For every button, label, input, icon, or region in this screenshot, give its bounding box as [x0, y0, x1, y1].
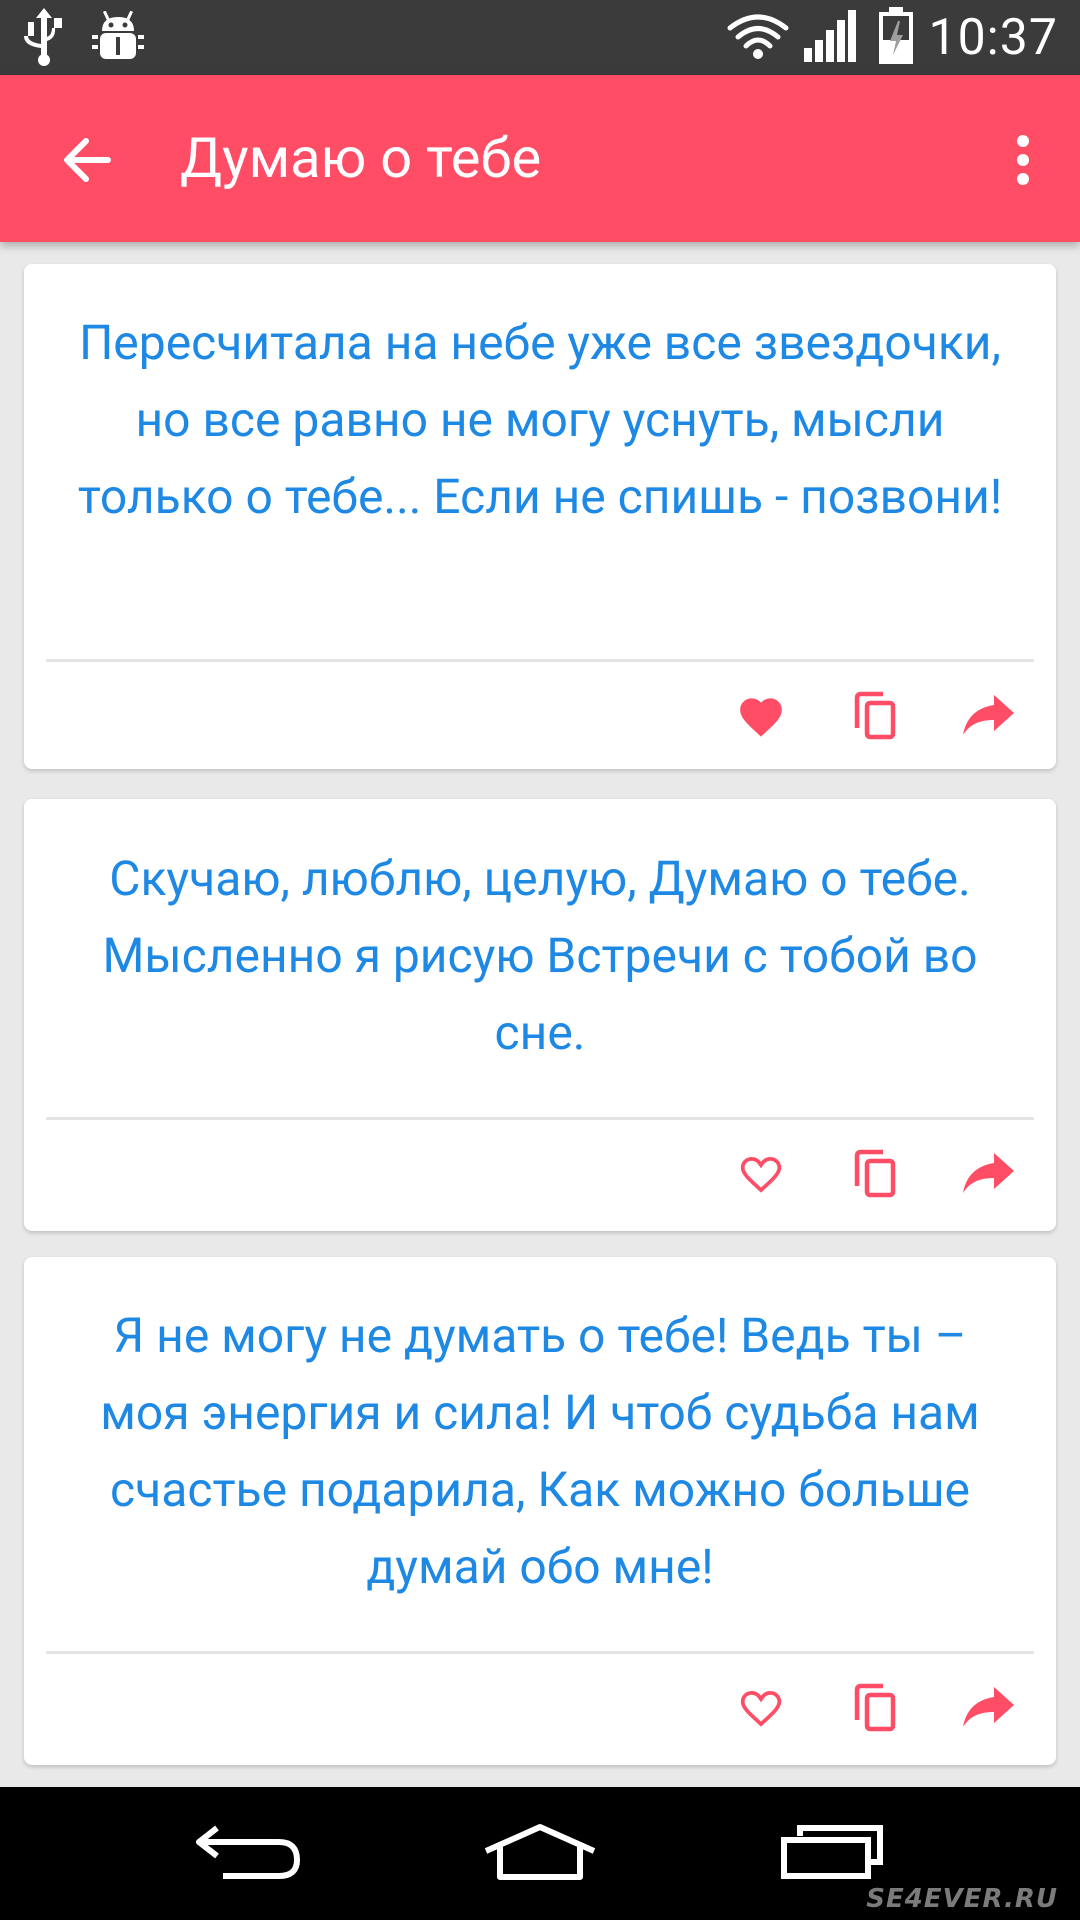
quote-card: Я не могу не думать о тебе! Ведь ты – мо…: [24, 1257, 1056, 1765]
card-divider: [46, 1117, 1034, 1120]
page-title: Думаю о тебе: [180, 125, 542, 191]
card-divider: [46, 1651, 1034, 1654]
share-forward-icon: [963, 1687, 1014, 1727]
battery-icon: [878, 6, 914, 69]
recents-icon: [781, 1825, 883, 1879]
back-icon: [196, 1825, 300, 1879]
favorite-button[interactable]: [716, 675, 806, 755]
quote-text: Пересчитала на небе уже все звездочки, н…: [77, 314, 1003, 525]
quote-text: Я не могу не думать о тебе! Ведь ты – мо…: [100, 1307, 980, 1595]
quote-card: Пересчитала на небе уже все звездочки, н…: [24, 264, 1056, 769]
arrow-back-icon: [64, 138, 111, 182]
system-nav-bar: SE4EVER.RU: [0, 1787, 1080, 1920]
quote-text: Скучаю, люблю, целую, Думаю о тебе. Мысл…: [102, 850, 978, 1061]
share-button[interactable]: [944, 1133, 1034, 1213]
share-button[interactable]: [944, 1667, 1034, 1747]
wifi-icon: [726, 12, 790, 64]
quote-card: Скучаю, люблю, целую, Думаю о тебе. Мысл…: [24, 799, 1056, 1231]
favorite-button[interactable]: [716, 1133, 806, 1213]
share-forward-icon: [963, 1153, 1014, 1193]
home-icon: [484, 1824, 596, 1880]
heart-filled-icon: [740, 698, 782, 737]
signal-icon: [804, 9, 864, 66]
heart-outline-icon: [740, 1156, 782, 1193]
copy-button[interactable]: [830, 1133, 920, 1213]
card-actions: [716, 1667, 1034, 1747]
copy-icon: [854, 691, 896, 740]
copy-button[interactable]: [830, 675, 920, 755]
more-vert-icon: [1017, 135, 1029, 185]
copy-button[interactable]: [830, 1667, 920, 1747]
copy-icon: [854, 1149, 896, 1198]
back-button[interactable]: [52, 125, 122, 195]
status-notifications: [24, 8, 144, 70]
card-actions: [716, 1133, 1034, 1213]
heart-outline-icon: [740, 1690, 782, 1727]
share-forward-icon: [963, 695, 1014, 735]
status-bar: 10:37: [0, 0, 1080, 75]
android-debug-icon: [92, 10, 144, 67]
card-actions: [716, 675, 1034, 755]
favorite-button[interactable]: [716, 1667, 806, 1747]
watermark: SE4EVER.RU: [866, 1884, 1058, 1914]
share-button[interactable]: [944, 675, 1034, 755]
copy-icon: [854, 1683, 896, 1732]
status-indicators: 10:37: [726, 6, 1058, 69]
app-bar: Думаю о тебе: [0, 75, 1080, 242]
usb-icon: [24, 8, 64, 70]
clock: 10:37: [928, 8, 1058, 67]
nav-back-button[interactable]: [178, 1807, 318, 1897]
overflow-menu-button[interactable]: [988, 125, 1058, 195]
card-divider: [46, 659, 1034, 662]
nav-home-button[interactable]: [470, 1807, 610, 1897]
